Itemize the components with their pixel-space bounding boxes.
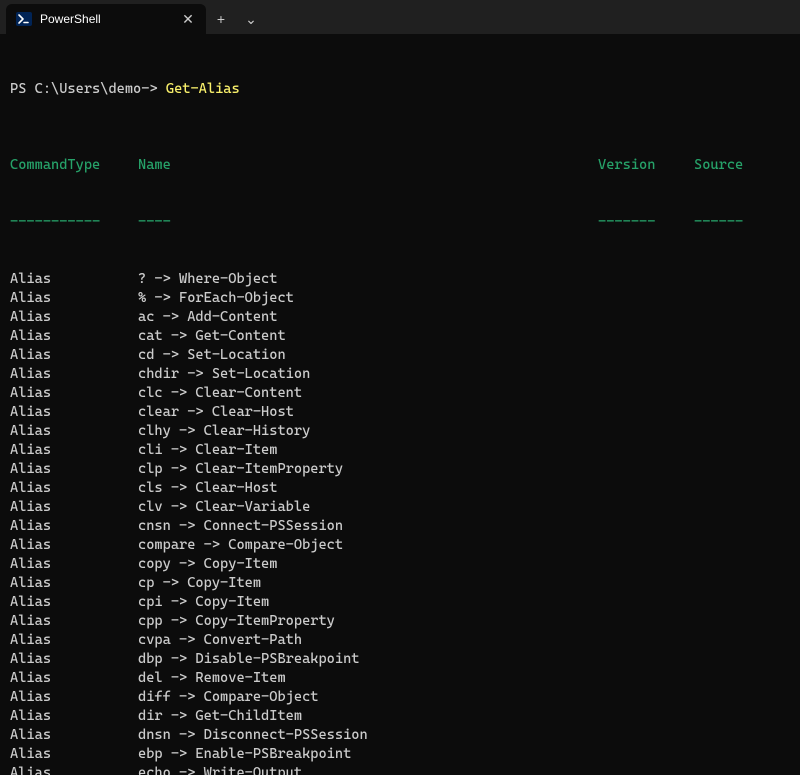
header-underline-row: ---------------------------- <box>10 213 790 232</box>
table-row: Alias? -> Where-Object <box>10 270 790 289</box>
title-bar: PowerShell ✕ + ⌄ <box>0 0 800 34</box>
table-row: Aliasdir -> Get-ChildItem <box>10 707 790 726</box>
table-row: Aliasclear -> Clear-Host <box>10 403 790 422</box>
header-version: Version <box>598 156 694 175</box>
cell-name: copy -> Copy-Item <box>138 555 598 574</box>
cell-name: % -> ForEach-Object <box>138 289 598 308</box>
new-tab-button[interactable]: + <box>206 4 236 34</box>
table-row: Aliasclhy -> Clear-History <box>10 422 790 441</box>
header-source: Source <box>694 156 743 175</box>
cell-name: clp -> Clear-ItemProperty <box>138 460 598 479</box>
cell-commandtype: Alias <box>10 308 138 327</box>
table-row: Aliascpi -> Copy-Item <box>10 593 790 612</box>
cell-commandtype: Alias <box>10 441 138 460</box>
cell-commandtype: Alias <box>10 612 138 631</box>
table-row: Aliasdnsn -> Disconnect-PSSession <box>10 726 790 745</box>
cell-commandtype: Alias <box>10 479 138 498</box>
cell-name: compare -> Compare-Object <box>138 536 598 555</box>
cell-name: ? -> Where-Object <box>138 270 598 289</box>
table-row: Aliasclc -> Clear-Content <box>10 384 790 403</box>
cell-name: clear -> Clear-Host <box>138 403 598 422</box>
terminal-output[interactable]: PS C:\Users\demo-> Get-Alias CommandType… <box>0 34 800 775</box>
table-row: Aliasdel -> Remove-Item <box>10 669 790 688</box>
prompt-path: C:\Users\demo-> <box>35 81 158 97</box>
tab-powershell[interactable]: PowerShell ✕ <box>6 4 206 34</box>
cell-name: dbp -> Disable-PSBreakpoint <box>138 650 598 669</box>
cell-name: clhy -> Clear-History <box>138 422 598 441</box>
cell-commandtype: Alias <box>10 403 138 422</box>
cell-name: clc -> Clear-Content <box>138 384 598 403</box>
powershell-icon <box>16 11 32 27</box>
table-row: Aliasclp -> Clear-ItemProperty <box>10 460 790 479</box>
cell-name: dir -> Get-ChildItem <box>138 707 598 726</box>
cell-commandtype: Alias <box>10 422 138 441</box>
table-row: Aliascvpa -> Convert-Path <box>10 631 790 650</box>
cell-name: cvpa -> Convert-Path <box>138 631 598 650</box>
table-row: Aliascpp -> Copy-ItemProperty <box>10 612 790 631</box>
table-row: Aliascli -> Clear-Item <box>10 441 790 460</box>
table-row: Aliascnsn -> Connect-PSSession <box>10 517 790 536</box>
tab-close-button[interactable]: ✕ <box>180 11 196 27</box>
cell-commandtype: Alias <box>10 327 138 346</box>
cell-commandtype: Alias <box>10 384 138 403</box>
table-row: Aliasebp -> Enable-PSBreakpoint <box>10 745 790 764</box>
table-row: Aliascat -> Get-Content <box>10 327 790 346</box>
cell-commandtype: Alias <box>10 650 138 669</box>
table-row: Aliaschdir -> Set-Location <box>10 365 790 384</box>
cell-commandtype: Alias <box>10 726 138 745</box>
table-row: Aliascompare -> Compare-Object <box>10 536 790 555</box>
cell-name: cp -> Copy-Item <box>138 574 598 593</box>
cell-commandtype: Alias <box>10 498 138 517</box>
cell-name: dnsn -> Disconnect-PSSession <box>138 726 598 745</box>
table-row: Aliascd -> Set-Location <box>10 346 790 365</box>
cell-name: cli -> Clear-Item <box>138 441 598 460</box>
prompt-line: PS C:\Users\demo-> Get-Alias <box>10 80 790 99</box>
table-row: Aliascopy -> Copy-Item <box>10 555 790 574</box>
cell-name: chdir -> Set-Location <box>138 365 598 384</box>
cell-name: echo -> Write-Output <box>138 764 598 775</box>
cell-name: clv -> Clear-Variable <box>138 498 598 517</box>
cell-name: ac -> Add-Content <box>138 308 598 327</box>
cell-commandtype: Alias <box>10 688 138 707</box>
cell-commandtype: Alias <box>10 764 138 775</box>
prompt-ps: PS <box>10 81 35 97</box>
cell-commandtype: Alias <box>10 365 138 384</box>
cell-commandtype: Alias <box>10 593 138 612</box>
cell-commandtype: Alias <box>10 555 138 574</box>
table-row: Aliasac -> Add-Content <box>10 308 790 327</box>
header-row: CommandTypeNameVersionSource <box>10 156 790 175</box>
cell-name: cnsn -> Connect-PSSession <box>138 517 598 536</box>
cell-commandtype: Alias <box>10 574 138 593</box>
cell-commandtype: Alias <box>10 707 138 726</box>
cell-name: cls -> Clear-Host <box>138 479 598 498</box>
header-commandtype: CommandType <box>10 156 138 175</box>
header-name: Name <box>138 156 598 175</box>
cell-commandtype: Alias <box>10 631 138 650</box>
table-row: Aliascp -> Copy-Item <box>10 574 790 593</box>
cell-commandtype: Alias <box>10 669 138 688</box>
cell-commandtype: Alias <box>10 536 138 555</box>
cell-commandtype: Alias <box>10 745 138 764</box>
cell-name: cpp -> Copy-ItemProperty <box>138 612 598 631</box>
table-row: Aliasdiff -> Compare-Object <box>10 688 790 707</box>
cell-name: ebp -> Enable-PSBreakpoint <box>138 745 598 764</box>
prompt-command: Get-Alias <box>166 81 240 97</box>
cell-name: cat -> Get-Content <box>138 327 598 346</box>
cell-name: cpi -> Copy-Item <box>138 593 598 612</box>
cell-commandtype: Alias <box>10 270 138 289</box>
table-row: Aliascls -> Clear-Host <box>10 479 790 498</box>
cell-commandtype: Alias <box>10 289 138 308</box>
cell-name: cd -> Set-Location <box>138 346 598 365</box>
table-row: Aliasdbp -> Disable-PSBreakpoint <box>10 650 790 669</box>
table-row: Alias% -> ForEach-Object <box>10 289 790 308</box>
cell-commandtype: Alias <box>10 517 138 536</box>
tab-title: PowerShell <box>40 12 172 26</box>
table-row: Aliasclv -> Clear-Variable <box>10 498 790 517</box>
table-row: Aliasecho -> Write-Output <box>10 764 790 775</box>
cell-commandtype: Alias <box>10 346 138 365</box>
cell-name: diff -> Compare-Object <box>138 688 598 707</box>
cell-commandtype: Alias <box>10 460 138 479</box>
tab-dropdown-button[interactable]: ⌄ <box>236 4 266 34</box>
cell-name: del -> Remove-Item <box>138 669 598 688</box>
